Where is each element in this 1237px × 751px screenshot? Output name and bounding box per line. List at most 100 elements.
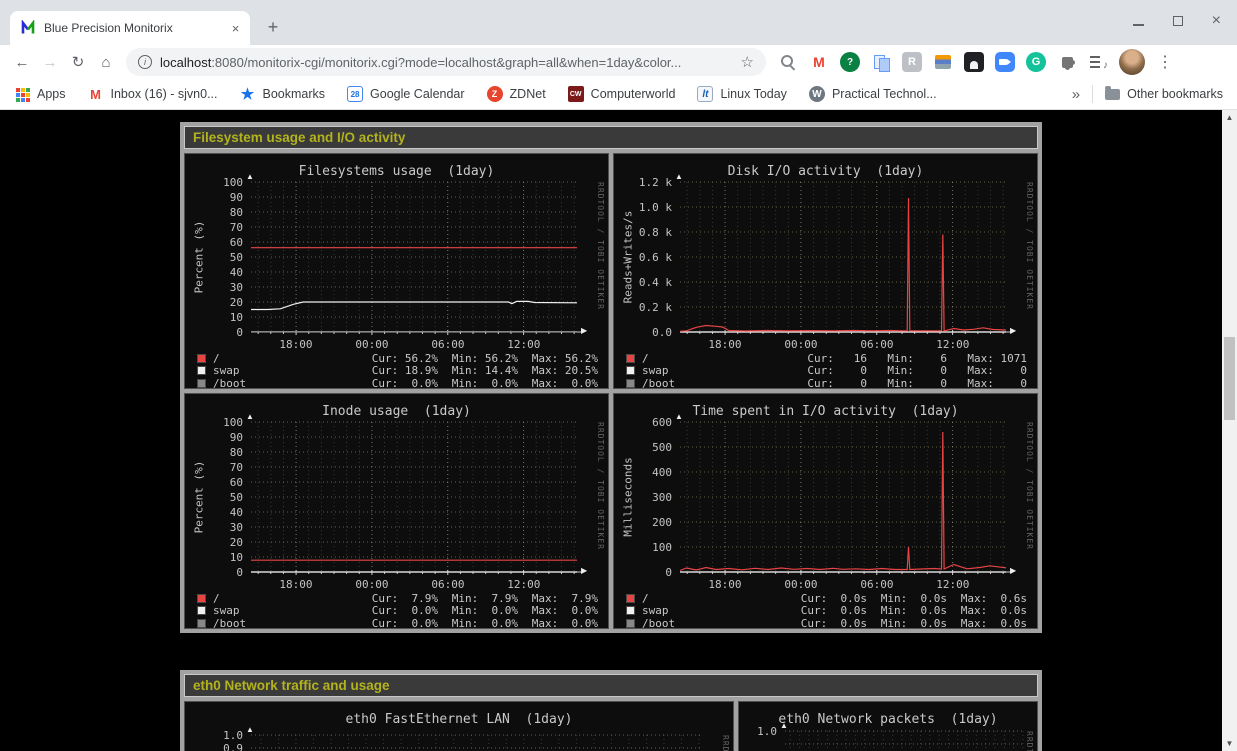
bookmark-item[interactable]: ZZDNet: [487, 86, 546, 102]
graph-plot-area: [251, 735, 713, 751]
y-tick-label: 60: [185, 236, 243, 249]
y-tick-label: 0.2 k: [614, 301, 672, 314]
legend-row: /Cur: 56.2%Min: 56.2%Max: 56.2%: [197, 352, 598, 365]
extension-icons-row: M? R G ♪: [778, 52, 1108, 72]
legend-cur: Cur: 16: [787, 352, 867, 365]
browser-menu-icon[interactable]: ⋮: [1157, 52, 1173, 72]
tab-close-icon[interactable]: ×: [227, 20, 244, 37]
bookmarks-bar-items: Apps MInbox (16) - sjvn0... ★Bookmarks 28Go…: [14, 86, 937, 102]
graph-plot-area: [680, 182, 1016, 340]
graph-plot-area: [251, 182, 587, 340]
legend-min: Min: 0.0s: [867, 592, 947, 605]
bookmark-item[interactable]: MInbox (16) - sjvn0...: [88, 86, 218, 102]
eth0-traffic-graph[interactable]: eth0 FastEthernet LAN (1day)1.00.9▲▶RRDT…: [184, 701, 734, 751]
eth0-packets-graph[interactable]: eth0 Network packets (1day)s/s1.0▲▶RRDTO…: [738, 701, 1038, 751]
window-close-button[interactable]: ×: [1212, 14, 1221, 28]
y-tick-label: 0: [614, 566, 672, 579]
legend-max: Max: 0: [947, 377, 1027, 389]
minimize-button[interactable]: [1133, 24, 1144, 26]
legend-name: swap: [213, 604, 358, 617]
rrdtool-watermark: RRDTOOL / TOBI OETIKER: [596, 422, 605, 572]
page-content: Filesystem usage and I/O activity Filesy…: [0, 110, 1237, 751]
legend-cur: Cur: 0: [787, 364, 867, 377]
calendar-icon: 28: [347, 86, 363, 102]
bookmark-item[interactable]: WPractical Technol...: [809, 86, 937, 102]
zoom-extension-icon[interactable]: [995, 52, 1015, 72]
network-section: eth0 Network traffic and usage eth0 Fast…: [180, 670, 1042, 751]
scroll-up-icon[interactable]: ▲: [1222, 110, 1237, 125]
legend-name: /boot: [213, 617, 358, 629]
playlist-extension-icon[interactable]: ♪: [1088, 52, 1108, 72]
scrollbar[interactable]: ▲ ▼: [1222, 110, 1237, 751]
legend-cur: Cur: 0.0%: [358, 617, 438, 629]
legend-name: /boot: [213, 377, 358, 389]
new-tab-button[interactable]: +: [260, 14, 286, 40]
y-tick-label: 70: [185, 221, 243, 234]
legend-min: Min: 56.2%: [438, 352, 518, 365]
gmail-extension-icon[interactable]: M: [809, 52, 829, 72]
time-spent-io-graph[interactable]: Time spent in I/O activity (1day)Millise…: [613, 393, 1038, 629]
legend-swatch: [197, 354, 206, 363]
legend-swatch: [197, 594, 206, 603]
series-line: [251, 301, 577, 309]
window-controls: ×: [1133, 13, 1221, 29]
search-extension-icon[interactable]: [778, 52, 798, 72]
bookmark-item[interactable]: CWComputerworld: [568, 86, 676, 102]
bookmark-item[interactable]: ltLinux Today: [697, 86, 787, 102]
y-tick-label: 200: [614, 516, 672, 529]
dark-app-extension-icon[interactable]: [964, 52, 984, 72]
y-tick-label: 20: [185, 296, 243, 309]
graph-title: eth0 FastEthernet LAN (1day): [185, 712, 733, 727]
window-title-bar: Blue Precision Monitorix × + ×: [0, 0, 1237, 45]
filesystems-usage-graph[interactable]: Filesystems usage (1day)Percent (%)10090…: [184, 153, 609, 389]
filesystem-section: Filesystem usage and I/O activity Filesy…: [180, 122, 1042, 633]
y-tick-label: 0.0: [614, 326, 672, 339]
legend-row: /bootCur: 0.0%Min: 0.0%Max: 0.0%: [197, 377, 598, 389]
legend-swatch: [626, 366, 635, 375]
scroll-down-icon[interactable]: ▼: [1222, 736, 1237, 751]
disk-io-activity-graph[interactable]: Disk I/O activity (1day)Reads+Writes/s1.…: [613, 153, 1038, 389]
page-info-icon[interactable]: i: [138, 55, 152, 69]
bookmark-item[interactable]: 28Google Calendar: [347, 86, 465, 102]
legend-cur: Cur: 0: [787, 377, 867, 389]
rrdtool-watermark: RRDTOOL / TOBI OETIKER: [1025, 731, 1034, 751]
home-button[interactable]: ⌂: [92, 48, 120, 76]
y-tick-label: 1.0: [185, 729, 243, 742]
bookmarks-overflow-icon[interactable]: »: [1072, 86, 1080, 103]
back-button[interactable]: ←: [8, 48, 36, 76]
legend-swatch: [197, 366, 206, 375]
legend-max: Max: 0: [947, 364, 1027, 377]
maximize-button[interactable]: [1173, 16, 1183, 26]
other-bookmarks-button[interactable]: Other bookmarks: [1105, 87, 1223, 101]
x-axis-arrow-icon: ▶: [1010, 326, 1016, 335]
bookmark-item[interactable]: Apps: [14, 86, 66, 102]
rrdtool-watermark: RRDTOOL / TOBI OETIKER: [1025, 422, 1034, 572]
r-extension-icon[interactable]: R: [902, 52, 922, 72]
legend-min: Min: 0.0%: [438, 377, 518, 389]
legend-row: swapCur: 18.9%Min: 14.4%Max: 20.5%: [197, 365, 598, 378]
y-tick-label: 300: [614, 491, 672, 504]
legend-swatch: [626, 354, 635, 363]
extensions-puzzle-icon[interactable]: [1062, 57, 1073, 68]
browser-tab[interactable]: Blue Precision Monitorix ×: [10, 11, 250, 45]
scrollbar-thumb[interactable]: [1224, 337, 1235, 420]
legend-swatch: [626, 606, 635, 615]
graph-row-2: Inode usage (1day)Percent (%)10090807060…: [184, 393, 1038, 629]
legend-max: Max: 56.2%: [518, 352, 598, 365]
gmail-icon: M: [88, 86, 104, 102]
grammarly-extension-icon[interactable]: G: [1026, 52, 1046, 72]
forward-button[interactable]: →: [36, 48, 64, 76]
reload-button[interactable]: ↻: [64, 48, 92, 76]
bookmark-star-icon[interactable]: ☆: [741, 53, 754, 71]
address-bar[interactable]: i localhost:8080/monitorix-cgi/monitorix…: [126, 48, 766, 76]
bookmark-item[interactable]: ★Bookmarks: [240, 86, 326, 102]
legend-name: /: [213, 352, 358, 365]
url-text: localhost:8080/monitorix-cgi/monitorix.c…: [160, 55, 733, 70]
profile-avatar[interactable]: [1119, 49, 1145, 75]
inode-usage-graph[interactable]: Inode usage (1day)Percent (%)10090807060…: [184, 393, 609, 629]
y-axis-arrow-icon: ▲: [246, 725, 254, 734]
graph-row-1: Filesystems usage (1day)Percent (%)10090…: [184, 153, 1038, 389]
books-extension-icon[interactable]: [935, 55, 951, 69]
hangouts-extension-icon[interactable]: ?: [840, 52, 860, 72]
copy-pages-extension-icon[interactable]: [871, 52, 891, 72]
